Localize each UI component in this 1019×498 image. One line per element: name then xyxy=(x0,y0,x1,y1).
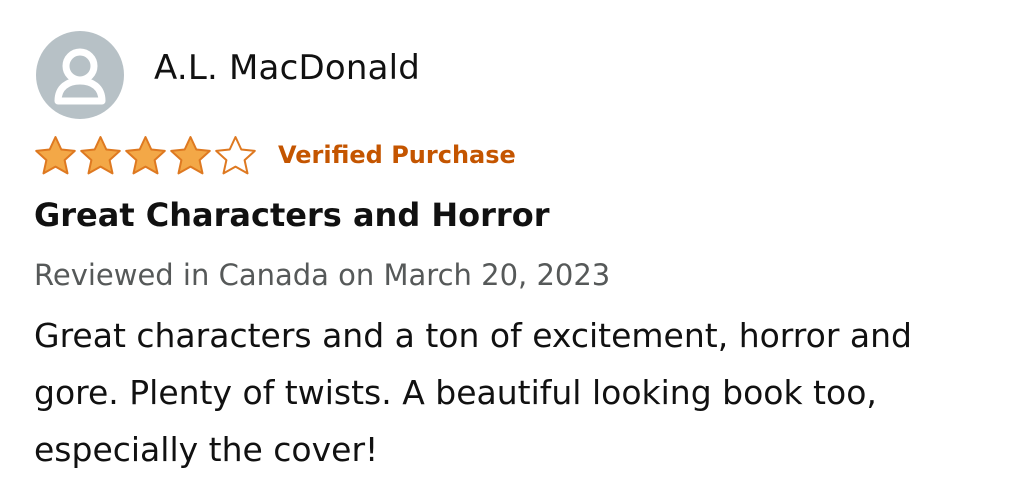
reviewer-profile[interactable]: A.L. MacDonald xyxy=(36,31,420,119)
verified-purchase-badge: Verified Purchase xyxy=(278,141,516,169)
star-filled-icon xyxy=(35,136,76,175)
reviewer-name[interactable]: A.L. MacDonald xyxy=(154,48,420,88)
user-silhouette-icon xyxy=(54,48,106,105)
star-filled-icon xyxy=(170,136,211,175)
review-title: Great Characters and Horror xyxy=(34,196,550,234)
star-rating[interactable] xyxy=(33,134,258,176)
review-card: A.L. MacDonald Verified Purchase Great C… xyxy=(0,0,1019,498)
star-empty-icon xyxy=(215,136,256,175)
star-filled-icon xyxy=(80,136,121,175)
review-body: Great characters and a ton of excitement… xyxy=(34,316,912,469)
star-filled-icon xyxy=(125,136,166,175)
review-date: Reviewed in Canada on March 20, 2023 xyxy=(34,258,611,292)
rating-row: Verified Purchase xyxy=(33,134,516,176)
avatar[interactable] xyxy=(36,31,124,119)
